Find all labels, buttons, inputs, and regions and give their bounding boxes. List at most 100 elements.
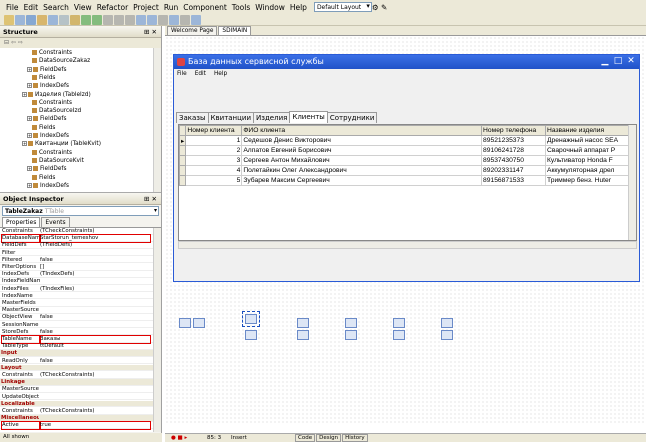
pause-icon[interactable] [92,14,102,25]
nonvisual-component-icon[interactable] [441,330,453,340]
tree-item[interactable]: + Изделия (TableIzd) [22,91,91,99]
grid-cell[interactable]: Полетайкин Олег Александрович [241,165,483,176]
help-icon[interactable] [191,14,201,25]
grid-cell[interactable]: 89106241728 [481,145,547,156]
back-icon[interactable] [169,14,179,25]
menu-item-tools[interactable]: Tools [232,3,250,12]
property-row[interactable]: Constraints (TCheckConstraints) [0,408,153,415]
expand-icon[interactable]: + [27,66,32,72]
grid-cell[interactable]: 1 [185,135,243,146]
trace-icon[interactable] [125,14,135,25]
menu-item-window[interactable]: Window [255,3,285,12]
property-value[interactable]: (TCheckConstraints) [40,372,150,379]
grid-cell[interactable]: Триммер бенз. Huter [545,175,636,186]
expand-icon[interactable]: + [27,116,32,122]
table-row[interactable]: ▸ 1 Седешов Денис Викторович 89521235373 Дре… [179,135,636,146]
grid-hscrollbar[interactable] [178,241,637,249]
grid-cell[interactable]: 89537430750 [481,155,547,166]
grid-cell[interactable]: 5 [185,175,243,186]
property-row[interactable]: ObjectView false [0,314,153,321]
property-row[interactable]: MasterFields [0,300,153,307]
grid-cell[interactable]: 4 [185,165,243,176]
form-tab[interactable]: Изделия [253,112,291,123]
clients-grid[interactable]: Номер клиента ФИО клиента Номер телефона На… [178,124,637,241]
form-menu-item[interactable]: Help [214,71,227,77]
open-icon[interactable] [15,14,25,25]
tree-item[interactable]: DataSourceIzd [32,108,81,115]
table-row[interactable]: 2 Алпатов Евгений Борисович 89106241728 Сва… [179,145,636,156]
grid-cell[interactable]: 89156871533 [481,175,547,186]
tree-item[interactable]: + Квитанции (TableKvit) [22,141,101,148]
property-row[interactable]: IndexFiles (TIndexFiles) [0,286,153,293]
nonvisual-component-icon[interactable] [245,330,257,340]
property-value[interactable]: (TFieldDefs) [40,242,150,249]
menu-item-search[interactable]: Search [43,3,69,12]
nonvisual-component-icon[interactable] [345,330,357,340]
grid-cell[interactable]: Зубарев Максим Сергеевич [241,175,483,186]
property-value[interactable]: (TCheckConstraints) [40,408,150,415]
property-value[interactable]: StarStorun_temeshov [39,234,151,243]
open-project-icon[interactable] [48,14,58,25]
property-row[interactable]: ReadOnly false [0,358,153,365]
property-row[interactable]: Constraints (TCheckConstraints) [0,228,153,235]
remove-icon[interactable] [70,14,80,25]
stop-icon[interactable] [103,14,113,25]
property-category[interactable]: Localizable [0,400,153,408]
form-tab[interactable]: Сотрудники [326,112,378,123]
property-category[interactable]: Input [0,350,153,357]
menu-item-refactor[interactable]: Refactor [97,3,128,12]
tab-events[interactable]: Events [41,217,70,227]
nonvisual-component-icon[interactable] [393,318,405,328]
nonvisual-component-icon[interactable] [345,318,357,328]
expand-icon[interactable]: + [27,182,32,188]
nonvisual-component-icon[interactable] [179,318,191,328]
status-tab-code[interactable]: Code [295,434,316,442]
grid-vscrollbar[interactable] [628,125,636,240]
nonvisual-component-icon[interactable] [242,311,260,327]
property-row[interactable]: Filtered false [0,257,153,264]
tree-item[interactable]: Constraints [32,99,72,107]
layout-icons[interactable]: ⚙ ✎ [372,3,387,12]
nonvisual-component-icon[interactable] [441,318,453,328]
form-tab[interactable]: Клиенты [289,111,328,123]
new-icon[interactable] [4,14,14,25]
menu-item-help[interactable]: Help [290,3,307,12]
nonvisual-component-icon[interactable] [297,330,309,340]
property-value[interactable]: false [40,358,150,365]
form-tab[interactable]: Заказы [176,112,209,123]
tree-item[interactable]: Fields [32,124,55,132]
menu-item-file[interactable]: File [6,3,19,12]
expand-icon[interactable]: + [27,133,32,138]
property-value[interactable]: (TIndexDefs) [40,271,150,278]
property-row[interactable]: TableName Заказы [0,335,153,344]
close-icon[interactable]: ✕ [625,56,637,67]
grid-cell[interactable]: 89521235373 [481,135,547,146]
grid-cell[interactable]: Седешов Денис Викторович [241,135,483,146]
form-menu-item[interactable]: Edit [195,71,206,77]
tab-properties[interactable]: Properties [2,217,41,227]
grid-cell[interactable]: 3 [185,155,243,166]
minimize-icon[interactable]: ▁ [599,56,611,67]
property-value[interactable]: false [40,257,150,264]
property-value[interactable]: false [40,314,150,321]
property-row[interactable]: FilterOptions[] [0,264,153,271]
grid-column-header[interactable]: Номер телефона [481,125,547,136]
table-row[interactable]: 4 Полетайкин Олег Александрович 8920233114… [179,165,636,176]
tree-item[interactable]: + FieldDefs [27,166,66,173]
nonvisual-component-icon[interactable] [297,318,309,328]
status-tab-history[interactable]: History [342,434,368,442]
property-row[interactable]: Active true [0,421,153,430]
property-row[interactable]: MasterSource [0,307,153,314]
property-category[interactable]: Layout [0,364,153,372]
status-tab-design[interactable]: Design [316,434,342,442]
property-row[interactable]: Constraints (TCheckConstraints) [0,372,153,379]
doc-tab[interactable]: Welcome Page [167,26,218,35]
expand-icon[interactable]: + [22,91,27,97]
nonvisual-component-icon[interactable] [193,318,205,328]
unit-icon[interactable] [147,14,157,25]
component-select[interactable]: TableZakaz TTable ▾ [2,206,159,216]
grid-cell[interactable]: 89202331147 [481,165,547,176]
property-row[interactable]: TableType ttDefault [0,343,153,350]
property-row[interactable]: Filter [0,250,153,257]
tree-item[interactable]: DataSourceZakaz [32,58,90,65]
